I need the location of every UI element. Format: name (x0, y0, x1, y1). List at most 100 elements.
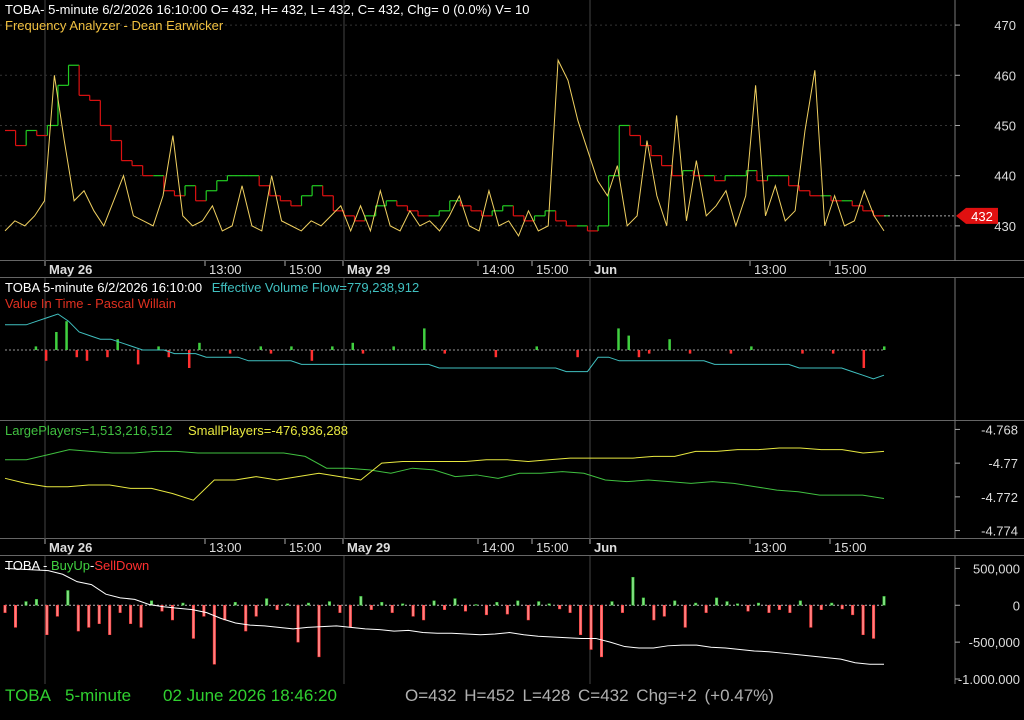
buyup-bar (380, 602, 384, 606)
selldown-bar (809, 605, 813, 628)
selldown-bar (129, 605, 133, 624)
time-tick-label: 15:00 (834, 262, 867, 277)
players-pane: -4.768 -4.77 -4.772 -4.774 LargePlayers=1,5… (0, 421, 1024, 539)
time-tick-label: 15:00 (536, 262, 569, 277)
evf-bar-up (627, 335, 630, 350)
selldown-bar (244, 605, 248, 632)
selldown-bar (600, 605, 604, 658)
buyup-bar (401, 603, 405, 606)
evf-bar-down (269, 350, 273, 354)
evf-bar-down (831, 350, 835, 354)
status-ohlc: O=432 H=452 L=428 C=432 Chg=+2 (+0.47%) (405, 686, 774, 705)
large-players-line (5, 449, 885, 500)
time-tick-label: May 26 (49, 262, 92, 277)
selldown-bar (275, 605, 279, 610)
selldown-bar (3, 605, 7, 613)
buyup-bar (516, 600, 520, 606)
price-pane: 430 440 450 460 470 432 TOBA- 5-minute 6/2/20… (0, 0, 1024, 261)
evf-bar-up (883, 346, 886, 350)
buyup-bar (265, 598, 269, 606)
selldown-bar (14, 605, 18, 628)
selldown-bar (589, 605, 593, 650)
buyup-bar (286, 603, 290, 606)
selldown-bar (746, 605, 750, 612)
selldown-bar (76, 605, 80, 632)
time-axis-labels-bottom: May 26 13:00 15:00 May 29 14:00 15:00 Jun 13:00… (44, 539, 867, 555)
buyup-selldown-pane: 500,000 0 -500,000 -1,000,000 TOBA - BuyUp -… (0, 556, 1024, 684)
evf-bar-up (34, 346, 38, 350)
buyup-bar (610, 601, 614, 606)
large-players-label: LargePlayers=1,513,216,512 (5, 423, 173, 438)
buyup-bar (495, 602, 499, 606)
players-tick-label: -4.77 (988, 456, 1018, 471)
value-in-time-label: Value In Time - Pascal Willain (5, 296, 176, 311)
evf-bar-down (187, 350, 191, 368)
selldown-bar (212, 605, 216, 665)
buyup-bar (798, 600, 802, 606)
evf-bar-down (576, 350, 579, 358)
time-tick-label: 15:00 (834, 540, 867, 555)
selldown-label: SellDown (94, 558, 150, 573)
buyup-bar (756, 602, 760, 606)
price-tick-label: 450 (994, 118, 1016, 133)
buyup-bar (66, 590, 70, 606)
time-tick-label: 15:00 (289, 540, 322, 555)
status-bar: TOBA 5-minute 02 June 2026 18:46:20 O=43… (0, 684, 1024, 720)
evf-bar-down (44, 350, 48, 361)
selldown-bar (411, 605, 415, 617)
evf-bar-up (617, 328, 620, 350)
price-tick-label: 440 (994, 169, 1016, 184)
evf-bar-up (55, 332, 58, 350)
time-tick-label: 13:00 (209, 540, 242, 555)
time-axis-labels-top: May 26 13:00 15:00 May 29 14:00 15:00 Jun 13:00… (44, 261, 867, 277)
evf-bar-down (637, 350, 641, 358)
selldown-bar (118, 605, 122, 613)
evf-bar-up (668, 339, 671, 350)
selldown-bar (348, 605, 352, 628)
selldown-bar (45, 605, 49, 635)
status-datetime: 02 June 2026 18:46:20 (163, 686, 337, 705)
time-tick-label: 13:00 (754, 540, 787, 555)
players-tick-label: -4.774 (981, 524, 1018, 539)
evf-bar-down (106, 350, 109, 358)
selldown-bar (484, 605, 488, 616)
evf-bar-down (85, 350, 89, 361)
selldown-bar (422, 605, 426, 621)
selldown-bar (254, 605, 258, 617)
selldown-bar (872, 605, 876, 639)
evf-bar-down (228, 350, 232, 354)
time-tick-label: 14:00 (482, 540, 515, 555)
evf-bar-down (443, 350, 446, 354)
buyup-bar (432, 600, 436, 606)
buyup-label: BuyUp (51, 558, 91, 573)
evf-pane: TOBA 5-minute 6/2/2026 16:10:00 Effectiv… (0, 278, 1024, 421)
evf-bar-down (75, 350, 79, 358)
buyup-bar (736, 603, 740, 606)
frequency-analyzer-line (4, 58, 885, 238)
time-tick-label: 13:00 (754, 262, 787, 277)
selldown-bar (338, 605, 342, 613)
selldown-bar (97, 605, 101, 624)
evf-value-label: Effective Volume Flow=779,238,912 (211, 280, 420, 295)
evf-bar-up (290, 346, 293, 350)
selldown-bar (443, 605, 447, 610)
selldown-bar (652, 605, 656, 621)
time-tick-label: 13:00 (209, 262, 242, 277)
selldown-bar (683, 605, 687, 628)
buyup-bar (307, 602, 311, 606)
selldown-bar (662, 605, 666, 617)
buyup-bar (882, 596, 886, 606)
players-tick-label: -4.772 (981, 490, 1018, 505)
buy-pane-ticker: TOBA - (5, 558, 51, 573)
buyup-bar (359, 596, 363, 606)
buyup-bar (641, 597, 645, 606)
small-players-line (4, 447, 885, 501)
buyup-bar (725, 601, 729, 606)
evf-bar-up (392, 346, 395, 350)
evf-bar-up (198, 342, 201, 350)
time-tick-label: May 29 (347, 262, 390, 277)
time-tick-label: May 29 (347, 540, 390, 555)
buyup-bar (673, 600, 677, 606)
time-tick-label: Jun (594, 262, 617, 277)
evf-bar-up (750, 346, 753, 350)
